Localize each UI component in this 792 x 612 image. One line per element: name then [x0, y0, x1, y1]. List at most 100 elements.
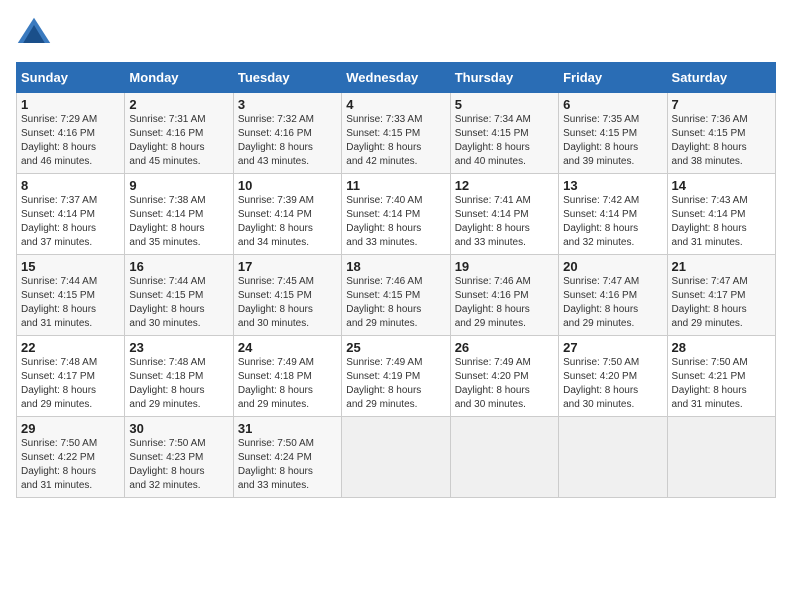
calendar-cell: 5Sunrise: 7:34 AM Sunset: 4:15 PM Daylig…: [450, 93, 558, 174]
calendar-cell: 29Sunrise: 7:50 AM Sunset: 4:22 PM Dayli…: [17, 417, 125, 498]
column-header-thursday: Thursday: [450, 63, 558, 93]
calendar-cell: 28Sunrise: 7:50 AM Sunset: 4:21 PM Dayli…: [667, 336, 775, 417]
calendar-cell: 2Sunrise: 7:31 AM Sunset: 4:16 PM Daylig…: [125, 93, 233, 174]
calendar-cell: 25Sunrise: 7:49 AM Sunset: 4:19 PM Dayli…: [342, 336, 450, 417]
day-info: Sunrise: 7:44 AM Sunset: 4:15 PM Dayligh…: [21, 275, 120, 331]
day-info: Sunrise: 7:40 AM Sunset: 4:14 PM Dayligh…: [346, 194, 445, 250]
day-info: Sunrise: 7:47 AM Sunset: 4:16 PM Dayligh…: [563, 275, 662, 331]
day-info: Sunrise: 7:46 AM Sunset: 4:15 PM Dayligh…: [346, 275, 445, 331]
day-number: 4: [346, 97, 445, 112]
calendar-cell: [342, 417, 450, 498]
calendar-cell: 27Sunrise: 7:50 AM Sunset: 4:20 PM Dayli…: [559, 336, 667, 417]
calendar-cell: 20Sunrise: 7:47 AM Sunset: 4:16 PM Dayli…: [559, 255, 667, 336]
column-header-wednesday: Wednesday: [342, 63, 450, 93]
day-info: Sunrise: 7:49 AM Sunset: 4:20 PM Dayligh…: [455, 356, 554, 412]
column-header-sunday: Sunday: [17, 63, 125, 93]
calendar-cell: [667, 417, 775, 498]
day-number: 19: [455, 259, 554, 274]
calendar-cell: 8Sunrise: 7:37 AM Sunset: 4:14 PM Daylig…: [17, 174, 125, 255]
calendar-week-row: 1Sunrise: 7:29 AM Sunset: 4:16 PM Daylig…: [17, 93, 776, 174]
day-number: 28: [672, 340, 771, 355]
day-number: 2: [129, 97, 228, 112]
day-number: 23: [129, 340, 228, 355]
column-header-saturday: Saturday: [667, 63, 775, 93]
calendar-cell: [450, 417, 558, 498]
calendar-cell: 21Sunrise: 7:47 AM Sunset: 4:17 PM Dayli…: [667, 255, 775, 336]
calendar-header-row: SundayMondayTuesdayWednesdayThursdayFrid…: [17, 63, 776, 93]
day-number: 27: [563, 340, 662, 355]
day-info: Sunrise: 7:44 AM Sunset: 4:15 PM Dayligh…: [129, 275, 228, 331]
calendar-cell: 23Sunrise: 7:48 AM Sunset: 4:18 PM Dayli…: [125, 336, 233, 417]
day-number: 6: [563, 97, 662, 112]
calendar-table: SundayMondayTuesdayWednesdayThursdayFrid…: [16, 62, 776, 498]
day-info: Sunrise: 7:50 AM Sunset: 4:20 PM Dayligh…: [563, 356, 662, 412]
day-info: Sunrise: 7:32 AM Sunset: 4:16 PM Dayligh…: [238, 113, 337, 169]
day-number: 11: [346, 178, 445, 193]
day-info: Sunrise: 7:42 AM Sunset: 4:14 PM Dayligh…: [563, 194, 662, 250]
day-number: 13: [563, 178, 662, 193]
day-number: 8: [21, 178, 120, 193]
day-number: 1: [21, 97, 120, 112]
calendar-cell: 16Sunrise: 7:44 AM Sunset: 4:15 PM Dayli…: [125, 255, 233, 336]
day-info: Sunrise: 7:41 AM Sunset: 4:14 PM Dayligh…: [455, 194, 554, 250]
day-number: 17: [238, 259, 337, 274]
day-number: 20: [563, 259, 662, 274]
calendar-cell: 14Sunrise: 7:43 AM Sunset: 4:14 PM Dayli…: [667, 174, 775, 255]
day-info: Sunrise: 7:34 AM Sunset: 4:15 PM Dayligh…: [455, 113, 554, 169]
day-number: 26: [455, 340, 554, 355]
calendar-cell: 9Sunrise: 7:38 AM Sunset: 4:14 PM Daylig…: [125, 174, 233, 255]
day-info: Sunrise: 7:49 AM Sunset: 4:18 PM Dayligh…: [238, 356, 337, 412]
day-number: 16: [129, 259, 228, 274]
calendar-week-row: 22Sunrise: 7:48 AM Sunset: 4:17 PM Dayli…: [17, 336, 776, 417]
day-number: 5: [455, 97, 554, 112]
day-info: Sunrise: 7:39 AM Sunset: 4:14 PM Dayligh…: [238, 194, 337, 250]
day-number: 15: [21, 259, 120, 274]
column-header-friday: Friday: [559, 63, 667, 93]
calendar-cell: 10Sunrise: 7:39 AM Sunset: 4:14 PM Dayli…: [233, 174, 341, 255]
calendar-week-row: 15Sunrise: 7:44 AM Sunset: 4:15 PM Dayli…: [17, 255, 776, 336]
day-number: 3: [238, 97, 337, 112]
calendar-cell: 18Sunrise: 7:46 AM Sunset: 4:15 PM Dayli…: [342, 255, 450, 336]
calendar-cell: 31Sunrise: 7:50 AM Sunset: 4:24 PM Dayli…: [233, 417, 341, 498]
day-info: Sunrise: 7:45 AM Sunset: 4:15 PM Dayligh…: [238, 275, 337, 331]
column-header-tuesday: Tuesday: [233, 63, 341, 93]
calendar-cell: 11Sunrise: 7:40 AM Sunset: 4:14 PM Dayli…: [342, 174, 450, 255]
calendar-cell: 12Sunrise: 7:41 AM Sunset: 4:14 PM Dayli…: [450, 174, 558, 255]
calendar-cell: 13Sunrise: 7:42 AM Sunset: 4:14 PM Dayli…: [559, 174, 667, 255]
calendar-cell: 3Sunrise: 7:32 AM Sunset: 4:16 PM Daylig…: [233, 93, 341, 174]
day-number: 18: [346, 259, 445, 274]
day-number: 12: [455, 178, 554, 193]
calendar-cell: 7Sunrise: 7:36 AM Sunset: 4:15 PM Daylig…: [667, 93, 775, 174]
day-info: Sunrise: 7:47 AM Sunset: 4:17 PM Dayligh…: [672, 275, 771, 331]
logo: [16, 16, 56, 52]
day-info: Sunrise: 7:50 AM Sunset: 4:24 PM Dayligh…: [238, 437, 337, 493]
day-number: 9: [129, 178, 228, 193]
day-info: Sunrise: 7:35 AM Sunset: 4:15 PM Dayligh…: [563, 113, 662, 169]
day-info: Sunrise: 7:50 AM Sunset: 4:21 PM Dayligh…: [672, 356, 771, 412]
day-number: 14: [672, 178, 771, 193]
calendar-cell: [559, 417, 667, 498]
day-info: Sunrise: 7:50 AM Sunset: 4:22 PM Dayligh…: [21, 437, 120, 493]
day-info: Sunrise: 7:43 AM Sunset: 4:14 PM Dayligh…: [672, 194, 771, 250]
calendar-cell: 4Sunrise: 7:33 AM Sunset: 4:15 PM Daylig…: [342, 93, 450, 174]
calendar-cell: 22Sunrise: 7:48 AM Sunset: 4:17 PM Dayli…: [17, 336, 125, 417]
day-number: 7: [672, 97, 771, 112]
day-number: 30: [129, 421, 228, 436]
calendar-week-row: 8Sunrise: 7:37 AM Sunset: 4:14 PM Daylig…: [17, 174, 776, 255]
calendar-week-row: 29Sunrise: 7:50 AM Sunset: 4:22 PM Dayli…: [17, 417, 776, 498]
day-info: Sunrise: 7:31 AM Sunset: 4:16 PM Dayligh…: [129, 113, 228, 169]
day-number: 29: [21, 421, 120, 436]
day-number: 10: [238, 178, 337, 193]
calendar-cell: 30Sunrise: 7:50 AM Sunset: 4:23 PM Dayli…: [125, 417, 233, 498]
page-header: [16, 16, 776, 52]
day-number: 21: [672, 259, 771, 274]
calendar-cell: 17Sunrise: 7:45 AM Sunset: 4:15 PM Dayli…: [233, 255, 341, 336]
day-info: Sunrise: 7:38 AM Sunset: 4:14 PM Dayligh…: [129, 194, 228, 250]
day-info: Sunrise: 7:29 AM Sunset: 4:16 PM Dayligh…: [21, 113, 120, 169]
day-info: Sunrise: 7:46 AM Sunset: 4:16 PM Dayligh…: [455, 275, 554, 331]
column-header-monday: Monday: [125, 63, 233, 93]
day-info: Sunrise: 7:33 AM Sunset: 4:15 PM Dayligh…: [346, 113, 445, 169]
logo-icon: [16, 16, 52, 52]
calendar-cell: 15Sunrise: 7:44 AM Sunset: 4:15 PM Dayli…: [17, 255, 125, 336]
calendar-cell: 19Sunrise: 7:46 AM Sunset: 4:16 PM Dayli…: [450, 255, 558, 336]
